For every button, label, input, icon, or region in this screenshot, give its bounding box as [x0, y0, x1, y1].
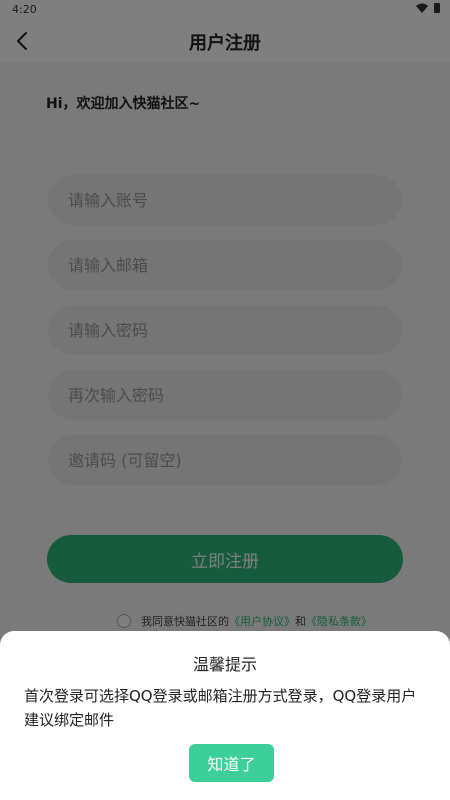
dialog-title: 温馨提示: [192, 655, 257, 674]
tip-dialog: 温馨提示 首次登录可选择QQ登录或邮箱注册方式登录，QQ登录用户建议绑定邮件 知…: [0, 631, 450, 800]
dialog-message: 首次登录可选择QQ登录或邮箱注册方式登录，QQ登录用户建议绑定邮件: [24, 687, 417, 729]
got-it-button[interactable]: 知道了: [189, 744, 274, 782]
